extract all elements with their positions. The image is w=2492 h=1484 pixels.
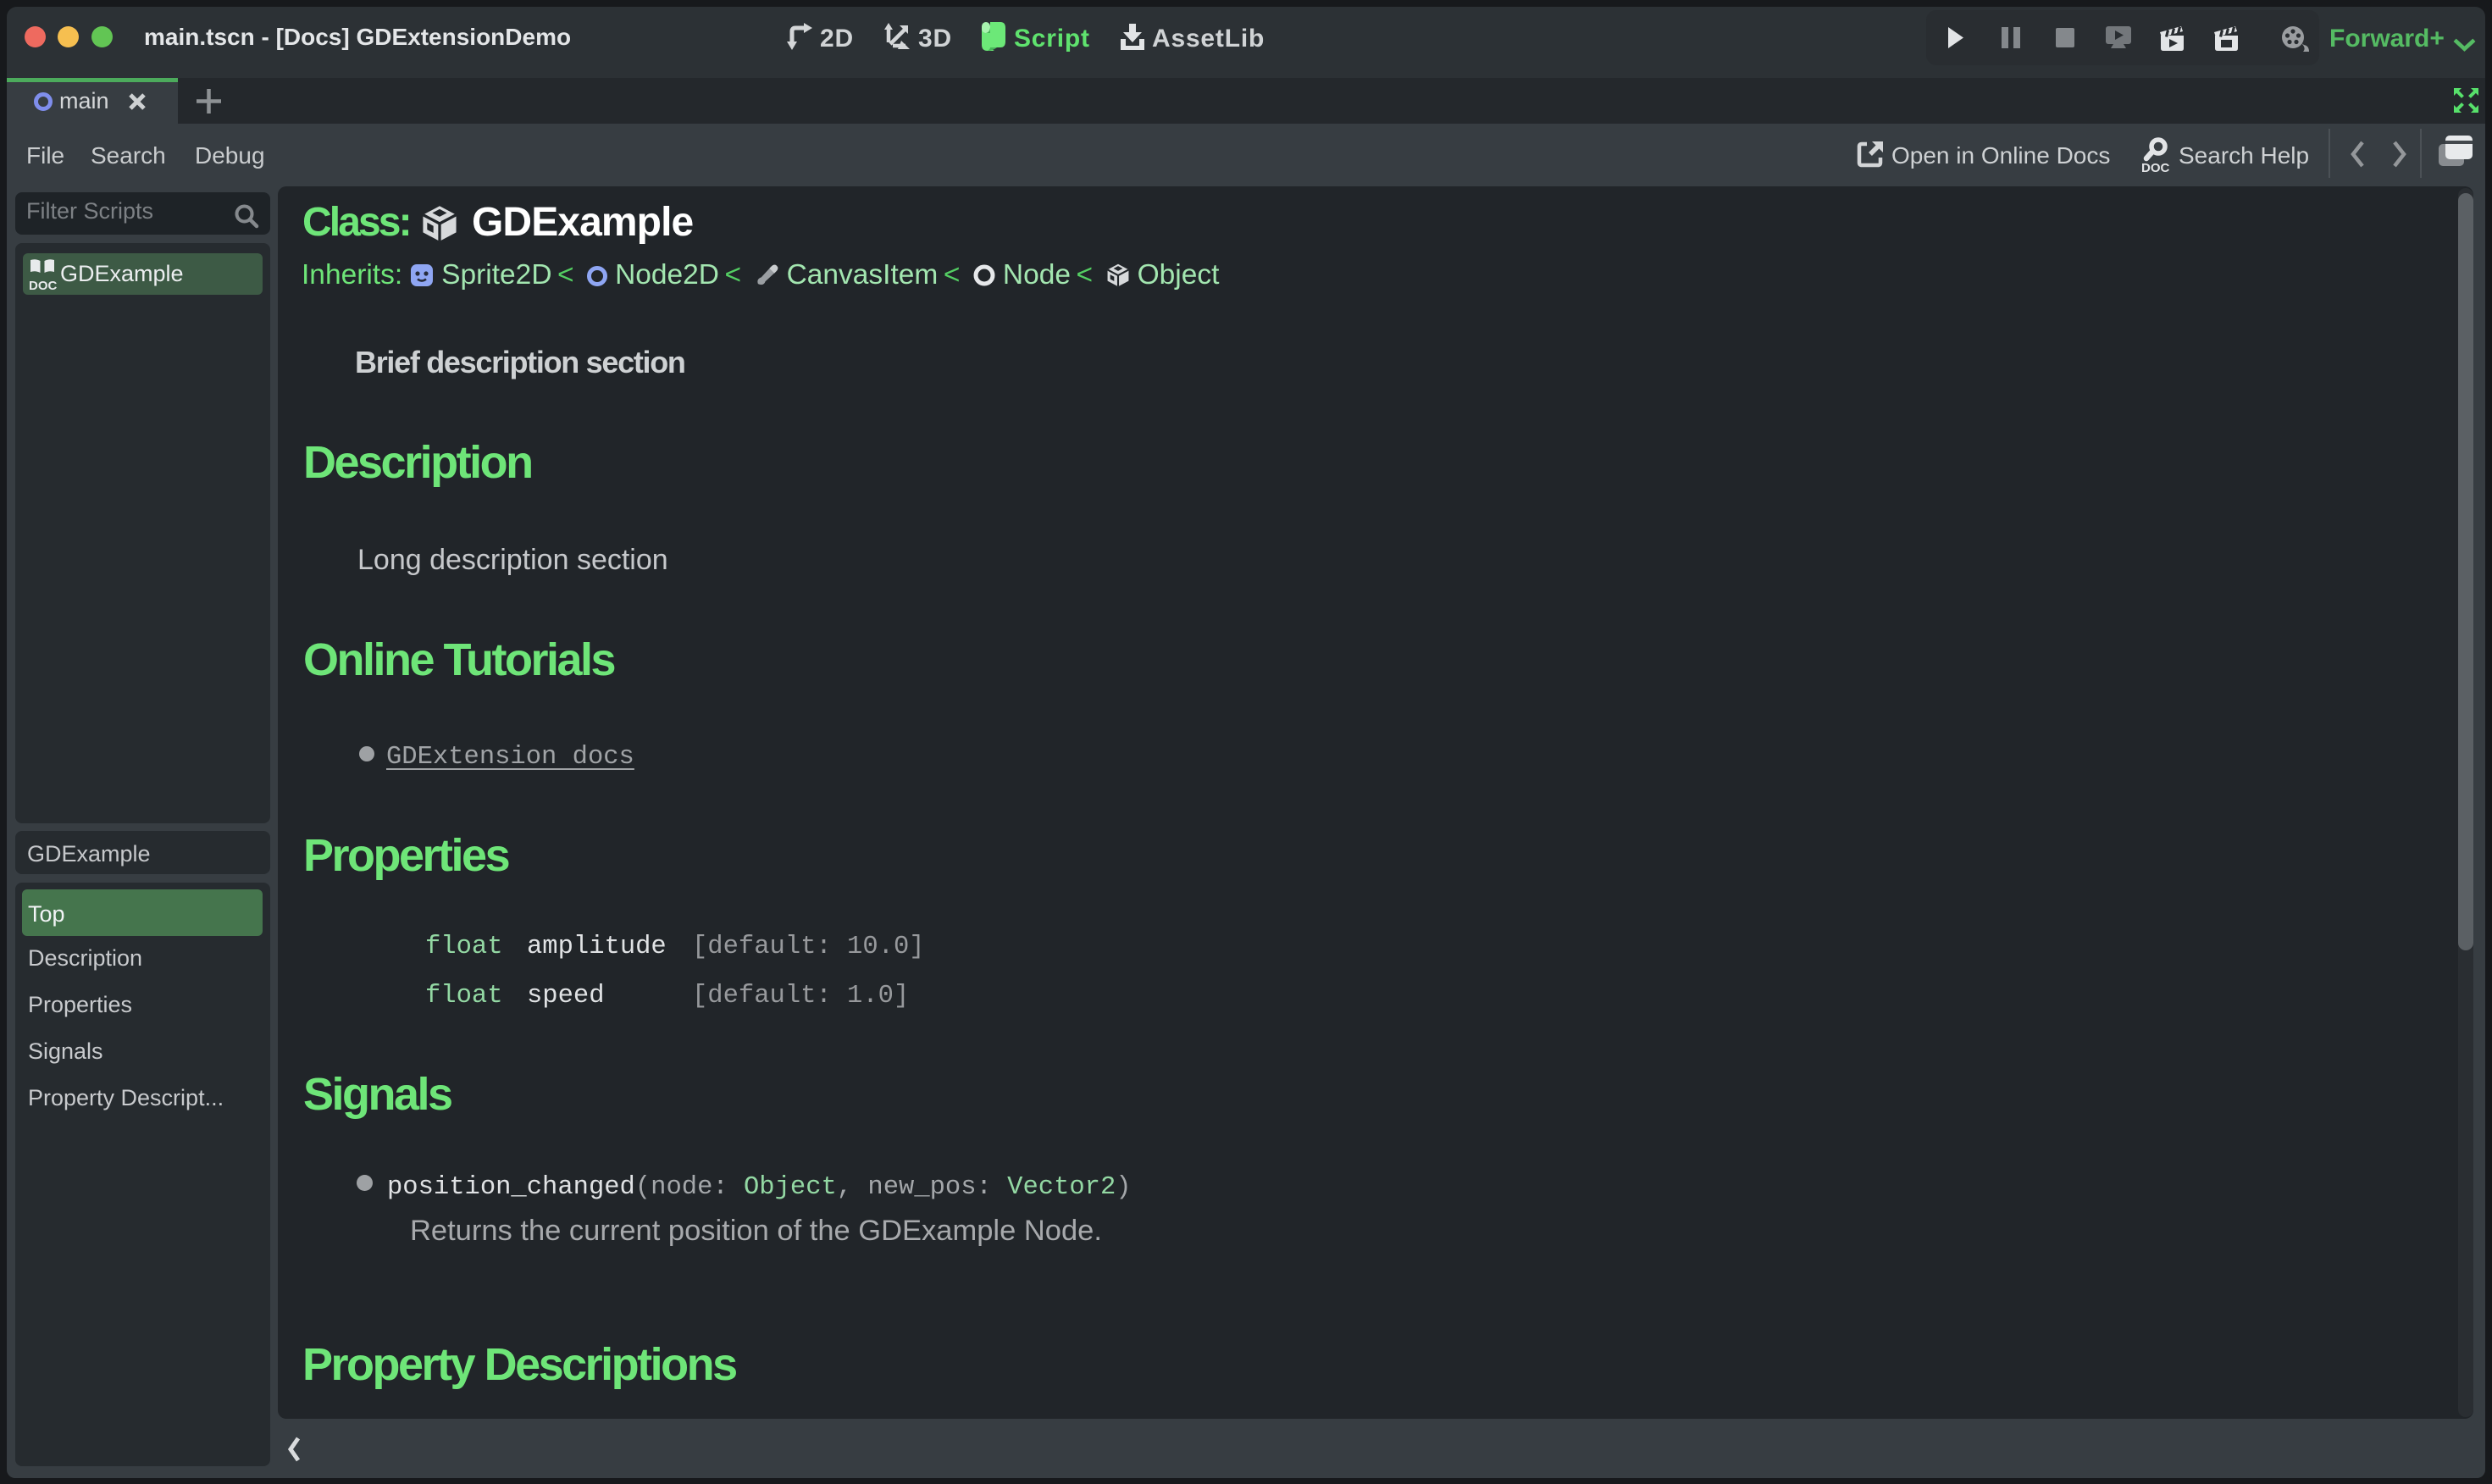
svg-text:DOC: DOC (2141, 161, 2170, 175)
svg-text:DOC: DOC (29, 279, 58, 293)
